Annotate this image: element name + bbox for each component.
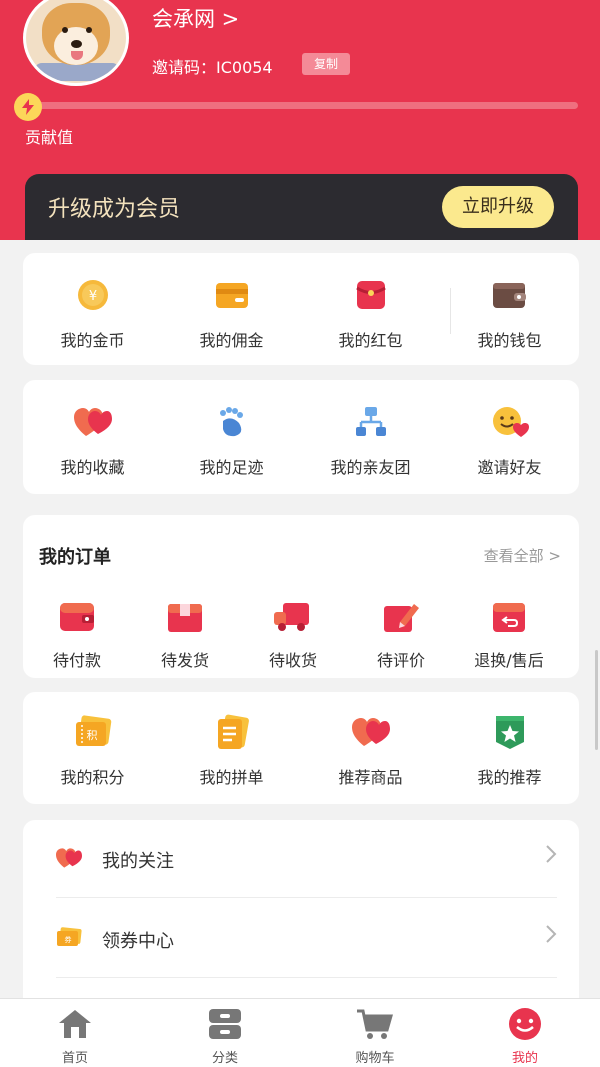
scrollbar[interactable] — [595, 650, 598, 750]
item-label: 待评价 — [376, 651, 425, 670]
pencil-note-icon — [381, 597, 421, 637]
tab-label: 分类 — [211, 1051, 238, 1066]
item-label: 我的拼单 — [199, 768, 264, 787]
red-packet-icon — [351, 275, 391, 315]
item-label: 我的收藏 — [60, 458, 125, 477]
tab-cart[interactable]: 购物车 — [300, 999, 450, 1067]
item-label: 我的足迹 — [199, 458, 264, 477]
chevron-right-icon — [545, 924, 557, 950]
contribution-label: 贡献值 — [25, 128, 74, 147]
footprint-icon — [212, 402, 252, 442]
points-ticket-icon: 积 — [73, 712, 113, 752]
item-label: 退换/售后 — [474, 651, 544, 670]
my-group-order-item[interactable]: 我的拼单 — [162, 692, 301, 788]
tab-category[interactable]: 分类 — [150, 999, 300, 1067]
item-label: 待付款 — [52, 651, 101, 670]
tab-home[interactable]: 首页 — [0, 999, 150, 1067]
cart-icon — [356, 1007, 394, 1041]
delivery-truck-icon — [273, 597, 313, 637]
svg-text:积: 积 — [86, 729, 97, 742]
more-features-card: 积 我的积分 我的拼单 推荐商品 我的推荐 — [23, 692, 579, 804]
category-icon — [206, 1007, 244, 1041]
shortcut-list-card: 我的关注 券 领券中心 — [23, 820, 579, 1020]
home-icon — [56, 1007, 94, 1041]
wallet-icon — [490, 275, 530, 315]
activity-card: 我的收藏 我的足迹 我的亲友团 邀请好友 — [23, 380, 579, 494]
item-label: 我的金币 — [60, 331, 125, 350]
upgrade-now-button[interactable]: 立即升级 — [442, 186, 554, 228]
hearts-icon — [73, 402, 113, 442]
membership-title: 升级成为会员 — [48, 197, 181, 222]
tab-mine[interactable]: 我的 — [450, 999, 600, 1067]
membership-banner: 升级成为会员 立即升级 — [25, 174, 578, 240]
item-label: 我的佣金 — [199, 331, 264, 350]
username-link[interactable]: 会承网 > — [152, 3, 239, 33]
see-all-orders-link[interactable]: 查看全部 > — [484, 545, 561, 566]
bottom-tab-bar: 首页 分类 购物车 我的 — [0, 998, 600, 1067]
my-points-item[interactable]: 积 我的积分 — [23, 692, 162, 788]
my-following-row[interactable]: 我的关注 — [23, 820, 579, 898]
orders-title: 我的订单 — [39, 547, 111, 568]
commission-card-icon — [212, 275, 252, 315]
item-label: 我的推荐 — [477, 768, 542, 787]
profile-header: 会承网 > 邀请码：IC0054 复制 贡献值 升级成为会员 立即升级 — [0, 0, 600, 240]
dog-photo — [26, 0, 126, 83]
my-friends-group-item[interactable]: 我的亲友团 — [301, 380, 440, 478]
coupon-icon: 券 — [56, 927, 82, 951]
smiley-face-icon — [506, 1007, 544, 1041]
tab-label: 购物车 — [355, 1051, 395, 1066]
my-gold-coins-item[interactable]: ¥ 我的金币 — [23, 253, 162, 351]
pending-receipt-item[interactable]: 待收货 — [239, 597, 347, 671]
network-icon — [351, 402, 391, 442]
lightning-icon — [14, 93, 42, 121]
chevron-right-icon — [545, 844, 557, 870]
pending-shipment-item[interactable]: 待发货 — [131, 597, 239, 671]
my-referrals-item[interactable]: 我的推荐 — [440, 692, 579, 788]
my-red-packet-item[interactable]: 我的红包 — [301, 253, 440, 351]
my-wallet-item[interactable]: 我的钱包 — [440, 253, 579, 351]
tab-label: 我的 — [511, 1051, 538, 1066]
hearts-icon — [351, 712, 391, 752]
contribution-progress-bar — [26, 102, 578, 109]
coupon-center-row[interactable]: 券 领券中心 — [23, 900, 579, 978]
item-label: 我的钱包 — [477, 331, 542, 350]
return-after-sales-item[interactable]: 退换/售后 — [455, 597, 563, 671]
item-label: 待发货 — [160, 651, 209, 670]
tab-label: 首页 — [61, 1051, 88, 1066]
package-icon — [165, 597, 205, 637]
smiley-heart-icon — [490, 402, 530, 442]
gold-coin-icon: ¥ — [73, 275, 113, 315]
pending-payment-item[interactable]: 待付款 — [23, 597, 131, 671]
item-label: 推荐商品 — [338, 768, 403, 787]
invite-friends-item[interactable]: 邀请好友 — [440, 380, 579, 478]
item-label: 待收货 — [268, 651, 317, 670]
assets-card: ¥ 我的金币 我的佣金 我的红包 我的钱包 — [23, 253, 579, 365]
item-label: 我的红包 — [338, 331, 403, 350]
invite-code: 邀请码：IC0054 — [152, 58, 273, 77]
my-footprint-item[interactable]: 我的足迹 — [162, 380, 301, 478]
my-favorites-item[interactable]: 我的收藏 — [23, 380, 162, 478]
svg-text:券: 券 — [65, 935, 72, 944]
divider — [450, 288, 451, 334]
return-box-icon — [489, 597, 529, 637]
divider — [56, 977, 557, 978]
wallet-pay-icon — [57, 597, 97, 637]
row-label: 我的关注 — [102, 851, 174, 872]
recommended-products-item[interactable]: 推荐商品 — [301, 692, 440, 788]
row-label: 领券中心 — [102, 931, 174, 952]
copy-invite-button[interactable]: 复制 — [302, 53, 350, 75]
svg-text:¥: ¥ — [88, 289, 96, 304]
hearts-icon — [56, 847, 82, 871]
item-label: 邀请好友 — [477, 458, 542, 477]
star-badge-icon — [490, 712, 530, 752]
orders-card: 我的订单 查看全部 > 待付款 待发货 待收货 待评价 退换/售后 — [23, 515, 579, 678]
pending-review-item[interactable]: 待评价 — [347, 597, 455, 671]
item-label: 我的亲友团 — [330, 458, 411, 477]
item-label: 我的积分 — [60, 768, 125, 787]
document-stack-icon — [212, 712, 252, 752]
my-commission-item[interactable]: 我的佣金 — [162, 253, 301, 351]
avatar[interactable] — [23, 0, 129, 86]
divider — [56, 897, 557, 898]
